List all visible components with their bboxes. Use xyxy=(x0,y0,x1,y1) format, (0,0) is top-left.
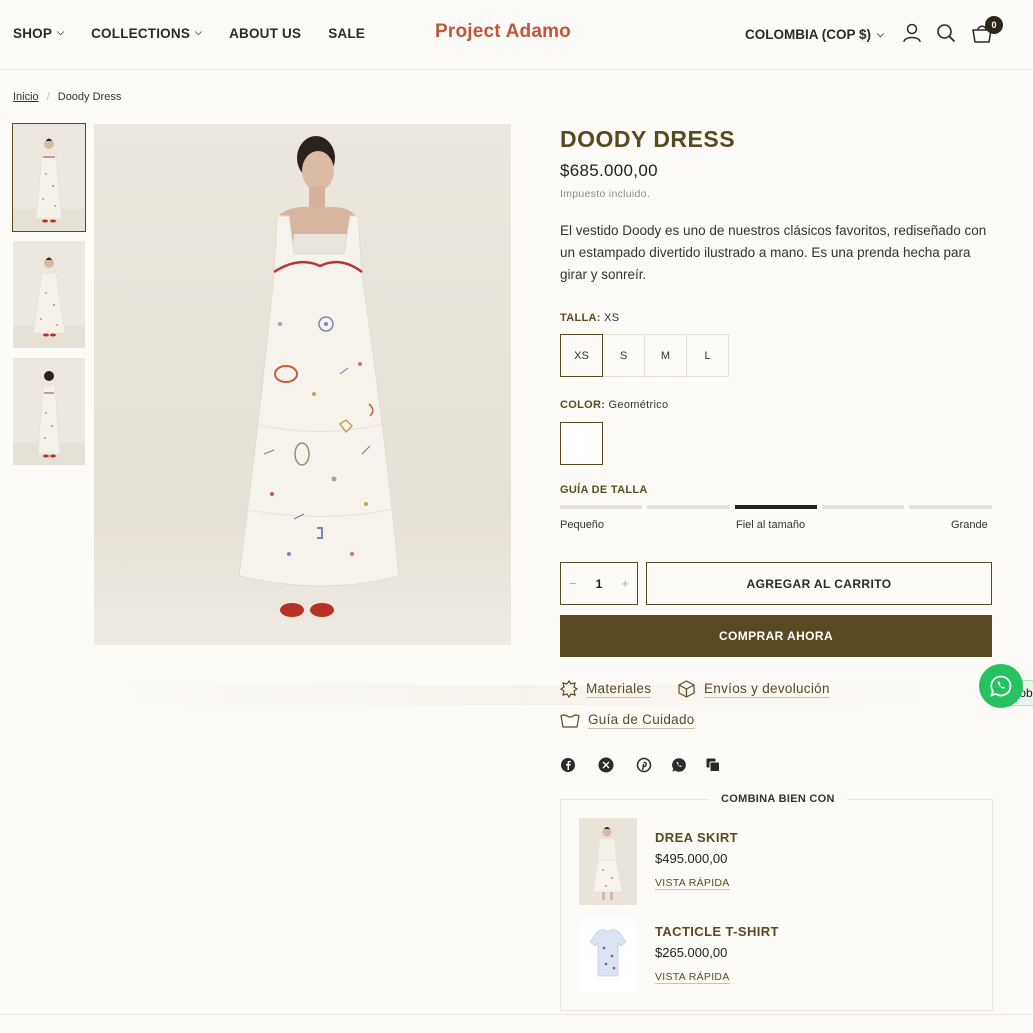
wash-basin-icon xyxy=(560,713,580,728)
nav-sale[interactable]: SALE xyxy=(328,26,365,41)
fit-true-label: Fiel al tamaño xyxy=(736,519,806,531)
nav-collections[interactable]: COLLECTIONS ⌵ xyxy=(91,26,202,41)
nav-shop-label: SHOP xyxy=(13,26,53,41)
add-to-cart-button[interactable]: AGREGAR AL CARRITO xyxy=(646,562,992,605)
product-description: El vestido Doody es uno de nuestros clás… xyxy=(560,223,987,282)
fit-scale-segment-active xyxy=(735,505,817,509)
cart-count-badge: 0 xyxy=(985,16,1003,34)
currency-selector[interactable]: COLOMBIA (COP $) ⌵ xyxy=(745,27,884,42)
shipping-returns-link[interactable]: Envíos y devolución xyxy=(677,680,830,698)
dress-front-image xyxy=(13,124,85,231)
quantity-stepper: − 1 + xyxy=(560,562,638,605)
fit-large-label: Grande xyxy=(951,519,988,531)
recommendations-box: COMBINA BIEN CON DREA SKIRT $495.000,00 … xyxy=(560,793,993,1011)
facebook-icon[interactable] xyxy=(560,757,576,773)
recommendations-title: COMBINA BIEN CON xyxy=(709,793,847,805)
dress-side-image xyxy=(13,241,85,348)
copy-link-icon[interactable] xyxy=(705,757,721,773)
chevron-down-icon: ⌵ xyxy=(877,29,884,39)
dress-back-image xyxy=(13,358,85,465)
fit-small-label: Pequeño xyxy=(560,519,605,531)
site-header: SHOP ⌵ COLLECTIONS ⌵ ABOUT US SALE Project… xyxy=(0,0,1033,70)
product-main-image[interactable] xyxy=(94,124,511,645)
shipping-returns-label: Envíos y devolución xyxy=(704,680,830,698)
size-option-s[interactable]: S xyxy=(602,334,645,377)
tax-note: Impuesto incluido. xyxy=(560,188,651,200)
quick-view-button-tshirt[interactable]: VISTA RÁPIDA xyxy=(655,971,730,984)
breadcrumb-home[interactable]: Inicio xyxy=(13,91,39,103)
nav-sale-label: SALE xyxy=(328,26,365,41)
fit-scale-segment xyxy=(560,505,642,509)
size-selector: XS S M L xyxy=(560,334,729,377)
search-icon[interactable] xyxy=(935,22,957,44)
product-price: $685.000,00 xyxy=(560,161,658,180)
whatsapp-icon xyxy=(990,675,1012,697)
color-swatch-geometrico[interactable] xyxy=(560,422,603,465)
breadcrumb-current: Doody Dress xyxy=(57,91,122,103)
breadcrumb-separator: / xyxy=(46,91,50,103)
main-nav: SHOP ⌵ COLLECTIONS ⌵ ABOUT US SALE xyxy=(13,26,392,41)
chevron-down-icon: ⌵ xyxy=(195,27,203,37)
nav-about-label: ABOUT US xyxy=(229,26,302,41)
user-icon[interactable] xyxy=(901,22,923,44)
fit-scale-segment xyxy=(647,505,730,509)
size-option-l[interactable]: L xyxy=(686,334,729,377)
size-label: TALLA: xyxy=(560,312,601,324)
quantity-value[interactable]: 1 xyxy=(596,577,603,591)
recommendation-name-skirt[interactable]: DREA SKIRT xyxy=(655,830,738,845)
decrease-quantity-button[interactable]: − xyxy=(569,576,577,591)
materials-link-label: Materiales xyxy=(586,680,652,698)
whatsapp-icon[interactable] xyxy=(671,757,687,773)
recommendation-price-tshirt: $265.000,00 xyxy=(655,945,728,960)
size-guide-label: GUÍA DE TALLA xyxy=(560,484,648,496)
nav-shop[interactable]: SHOP ⌵ xyxy=(13,26,64,41)
currency-label: COLOMBIA (COP $) xyxy=(745,27,872,42)
size-option-m[interactable]: M xyxy=(644,334,687,377)
care-guide-link[interactable]: Guía de Cuidado xyxy=(560,712,695,729)
color-selected-value: Geométrico xyxy=(608,399,669,411)
recommendation-image-skirt[interactable] xyxy=(579,818,637,905)
increase-quantity-button[interactable]: + xyxy=(621,576,629,591)
quick-view-button-skirt[interactable]: VISTA RÁPIDA xyxy=(655,877,730,890)
footer-divider xyxy=(0,1014,1033,1015)
size-option-label: TALLA: XS xyxy=(560,312,619,324)
gallery-thumbnail-3[interactable] xyxy=(13,358,85,465)
size-option-xs[interactable]: XS xyxy=(560,334,603,377)
dress-model-photo xyxy=(94,124,511,645)
recommendation-price-skirt: $495.000,00 xyxy=(655,851,728,866)
size-selected-value: XS xyxy=(604,312,620,324)
logo[interactable]: Project Adamo xyxy=(435,21,571,43)
fit-scale-segment xyxy=(909,505,992,509)
nav-collections-label: COLLECTIONS xyxy=(91,26,191,41)
skirt-photo xyxy=(579,818,637,905)
box-icon xyxy=(678,680,695,698)
gallery-thumbnail-1[interactable] xyxy=(12,123,86,232)
buy-now-button[interactable]: COMPRAR AHORA xyxy=(560,615,992,657)
recommendation-name-tshirt[interactable]: TACTICLE T-SHIRT xyxy=(655,924,779,939)
materials-link[interactable]: Materiales xyxy=(560,680,652,698)
gallery-thumbnail-2[interactable] xyxy=(13,241,85,348)
color-option-label: COLOR: Geométrico xyxy=(560,399,668,411)
whatsapp-chat-button[interactable] xyxy=(979,664,1023,708)
recommendation-image-tshirt[interactable] xyxy=(579,918,637,992)
tshirt-photo xyxy=(579,918,637,992)
breadcrumb: Inicio / Doody Dress xyxy=(13,91,121,103)
chevron-down-icon: ⌵ xyxy=(57,27,65,37)
x-icon[interactable] xyxy=(598,757,614,773)
care-guide-label: Guía de Cuidado xyxy=(588,712,695,729)
nav-about-us[interactable]: ABOUT US xyxy=(229,26,301,41)
pinterest-icon[interactable] xyxy=(636,757,652,773)
product-title: DOODY DRESS xyxy=(560,126,736,152)
fit-scale-segment xyxy=(822,505,904,509)
color-label: COLOR: xyxy=(560,399,606,411)
fabric-icon xyxy=(560,680,578,698)
